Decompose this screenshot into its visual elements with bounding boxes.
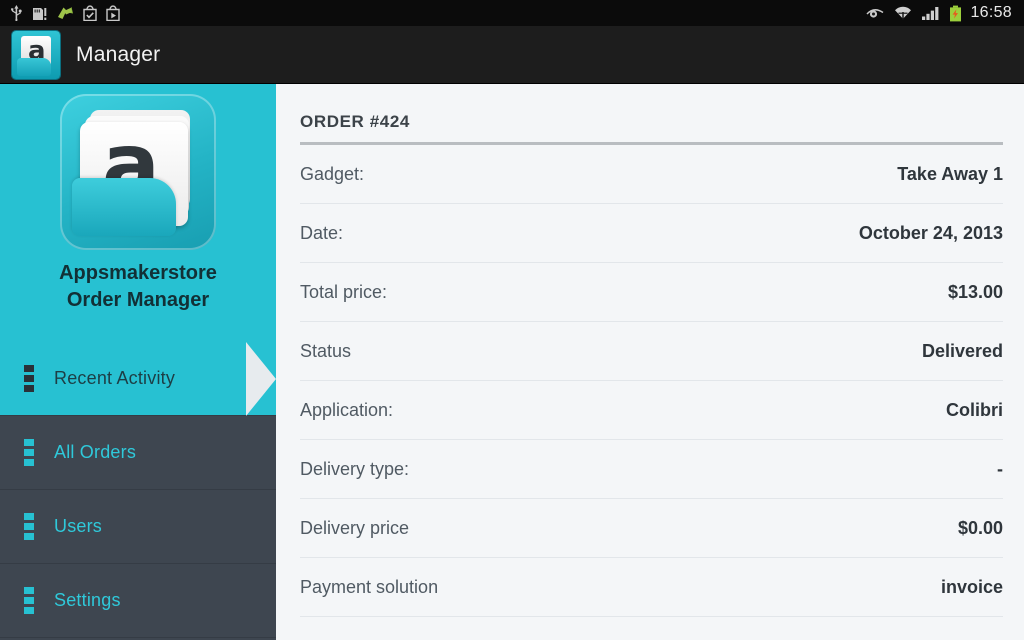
status-bar-right-icons: 16:58: [866, 4, 1024, 22]
appsmakerstore-logo-icon: a: [60, 94, 216, 250]
sidebar-item-settings[interactable]: Settings: [0, 564, 276, 638]
row-value: $0.00: [957, 517, 1003, 538]
sidebar-brand: a Appsmakerstore Order Manager: [0, 84, 276, 342]
battery-charging-icon: [949, 5, 962, 22]
table-row: Status Delivered: [300, 322, 1003, 381]
download-arrow-icon: [57, 5, 74, 21]
play-store-check-icon: [83, 5, 97, 22]
appsmakerstore-logo-icon[interactable]: a: [12, 30, 60, 79]
row-label: Application:: [300, 399, 394, 420]
sidebar-nav: Recent Activity All Orders Users Setting…: [0, 342, 276, 638]
page-title: Manager: [76, 42, 161, 66]
dots-icon: [24, 513, 34, 540]
order-detail-panel: ORDER #424 Gadget: Take Away 1 Date: Oct…: [276, 84, 1024, 640]
table-row: Application: Colibri: [300, 381, 1003, 440]
row-label: Delivery price: [300, 517, 410, 538]
usb-icon: [10, 5, 23, 22]
brand-line-2: Order Manager: [66, 289, 210, 311]
wifi-icon: [893, 5, 913, 21]
status-bar-clock: 16:58: [970, 4, 1012, 21]
table-row: Delivery type: -: [300, 440, 1003, 499]
row-label: Status: [300, 340, 352, 361]
row-label: Date:: [300, 222, 344, 243]
dots-icon: [24, 439, 34, 466]
status-bar-left-icons: [0, 5, 120, 22]
app-title-bar: a Manager: [0, 26, 1024, 84]
table-row: Delivery price $0.00: [300, 499, 1003, 558]
sidebar-item-label: Users: [54, 516, 103, 536]
sidebar-item-label: Settings: [54, 590, 121, 610]
sidebar-brand-name: Appsmakerstore Order Manager: [59, 260, 217, 314]
sidebar-item-recent-activity[interactable]: Recent Activity: [0, 342, 276, 416]
sdcard-warning-icon: [32, 5, 48, 21]
row-value: Delivered: [921, 340, 1003, 361]
row-label: Payment solution: [300, 576, 439, 597]
order-heading: ORDER #424: [300, 112, 410, 131]
dots-icon: [24, 365, 34, 392]
table-row: Date: October 24, 2013: [300, 204, 1003, 263]
play-store-play-icon: [106, 5, 120, 22]
row-value: invoice: [940, 576, 1003, 597]
active-pointer-icon: [242, 342, 276, 416]
row-label: Delivery type:: [300, 458, 410, 479]
sidebar-item-label: All Orders: [54, 442, 137, 462]
sidebar-item-users[interactable]: Users: [0, 490, 276, 564]
sidebar-item-all-orders[interactable]: All Orders: [0, 416, 276, 490]
row-label: Total price:: [300, 281, 388, 302]
table-row: Total price: $13.00: [300, 263, 1003, 322]
row-value: Colibri: [946, 399, 1003, 420]
dots-icon: [24, 587, 34, 614]
android-status-bar: 16:58: [0, 0, 1024, 26]
row-value: Take Away 1: [897, 163, 1003, 184]
row-label: Gadget:: [300, 163, 365, 184]
table-row: Gadget: Take Away 1: [300, 145, 1003, 204]
app-body: a Appsmakerstore Order Manager Recent Ac…: [0, 84, 1024, 640]
row-value: -: [997, 458, 1003, 479]
brand-line-1: Appsmakerstore: [59, 262, 217, 284]
sidebar: a Appsmakerstore Order Manager Recent Ac…: [0, 84, 276, 640]
table-row: Payment solution invoice: [300, 558, 1003, 617]
row-value: $13.00: [947, 281, 1003, 302]
row-value: October 24, 2013: [858, 222, 1003, 243]
sidebar-item-label: Recent Activity: [54, 368, 176, 388]
eye-icon: [866, 6, 885, 20]
cellular-signal-icon: [921, 5, 941, 21]
